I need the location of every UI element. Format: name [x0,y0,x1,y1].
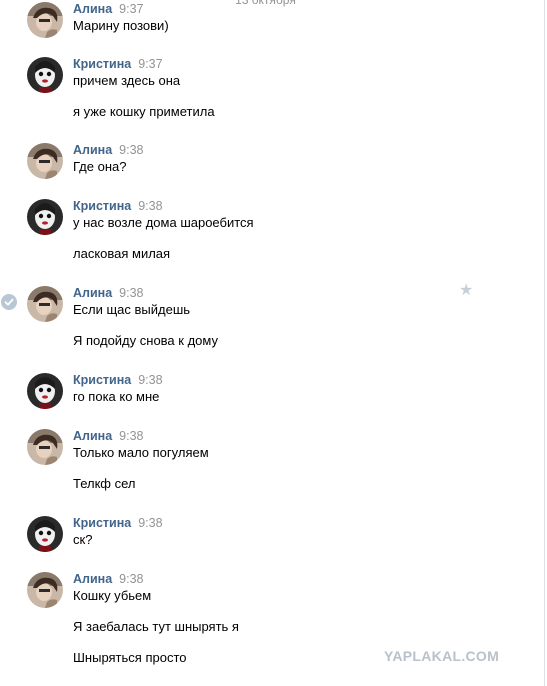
divider [544,0,545,686]
message-text: Марину позови) [73,18,169,33]
message-time[interactable]: 9:37 [138,57,162,71]
message-text: у нас возле дома шароебится [73,215,254,230]
date-separator: 13 октября [219,0,312,8]
author-name[interactable]: Кристина [73,199,131,213]
author-name[interactable]: Алина [73,143,112,157]
message-text: ск? [73,532,93,547]
alina-avatar-icon [27,2,63,38]
avatar[interactable] [27,199,63,235]
message-text: Я подойду снова к дому [73,333,218,348]
message-time[interactable]: 9:38 [138,516,162,530]
avatar[interactable] [27,429,63,465]
message-text: го пока ко мне [73,389,160,404]
message-time[interactable]: 9:38 [138,373,162,387]
message-text: Если щас выйдешь [73,302,191,317]
message-header: Кристина 9:37 [73,56,163,72]
message-time[interactable]: 9:38 [119,572,143,586]
message-header: Алина 9:38 [73,142,144,158]
author-name[interactable]: Кристина [73,373,131,387]
avatar[interactable] [27,57,63,93]
message-text: Кошку убьем [73,588,152,603]
message-text: я уже кошку приметила [73,104,215,119]
watermark: YAPLAKAL.COM [384,648,500,664]
message-time[interactable]: 9:38 [119,143,143,157]
kristina-avatar-icon [27,57,63,93]
message-header: Алина 9:37 [73,1,144,17]
message-header: Кристина 9:38 [73,515,163,531]
avatar[interactable] [27,2,63,38]
avatar[interactable] [27,373,63,409]
message-text: ласковая милая [73,246,171,261]
kristina-avatar-icon [27,516,63,552]
avatar[interactable] [27,516,63,552]
chat-window: 13 октября Алина 9:37 Марину позови) Кри… [0,0,547,686]
author-name[interactable]: Алина [73,572,112,586]
message-header: Алина 9:38 [73,571,144,587]
message-time[interactable]: 9:37 [119,2,143,16]
message-header: Алина 9:38 [73,285,144,301]
avatar[interactable] [27,572,63,608]
message-header: Кристина 9:38 [73,372,163,388]
message-time[interactable]: 9:38 [138,199,162,213]
message-header: Алина 9:38 [73,428,144,444]
message-text: Где она? [73,159,127,174]
message-text: причем здесь она [73,73,181,88]
check-circle-icon[interactable] [1,294,17,310]
message-header: Кристина 9:38 [73,198,163,214]
author-name[interactable]: Алина [73,286,112,300]
star-icon[interactable]: ★ [459,283,473,299]
author-name[interactable]: Кристина [73,516,131,530]
message-time[interactable]: 9:38 [119,429,143,443]
message-text: Я заебалась тут шнырять я [73,619,239,634]
avatar[interactable] [27,286,63,322]
kristina-avatar-icon [27,199,63,235]
author-name[interactable]: Алина [73,2,112,16]
message-time[interactable]: 9:38 [119,286,143,300]
alina-avatar-icon [27,143,63,179]
message-text: Телкф сел [73,476,136,491]
message-text: Шныряться просто [73,650,187,665]
message-text: Только мало погуляем [73,445,209,460]
avatar[interactable] [27,143,63,179]
alina-avatar-icon [27,572,63,608]
author-name[interactable]: Алина [73,429,112,443]
alina-avatar-icon [27,429,63,465]
alina-avatar-icon [27,286,63,322]
kristina-avatar-icon [27,373,63,409]
author-name[interactable]: Кристина [73,57,131,71]
